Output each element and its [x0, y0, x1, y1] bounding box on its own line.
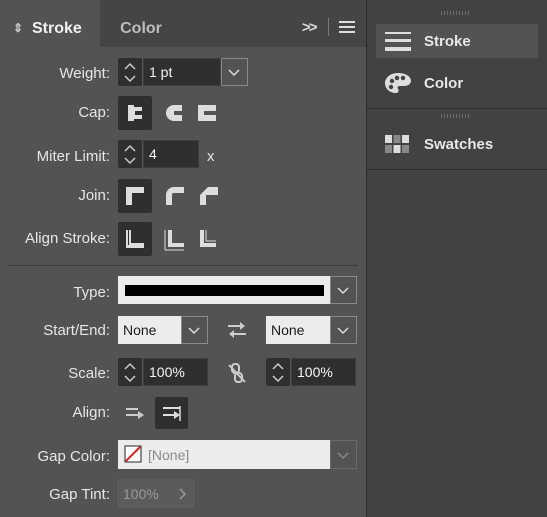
align-inside-path-button[interactable]: [155, 397, 188, 429]
dock-divider: [367, 108, 547, 109]
weight-dropdown-button[interactable]: [221, 58, 248, 86]
gap-color-dropdown-button[interactable]: [330, 440, 357, 469]
swap-arrows-icon[interactable]: [226, 320, 248, 340]
align-outside-button[interactable]: [192, 222, 226, 256]
tab-color[interactable]: Color: [101, 0, 181, 47]
dock-grip-middle[interactable]: [441, 114, 471, 118]
round-join-button[interactable]: [158, 179, 192, 213]
dock-item-stroke[interactable]: Stroke: [376, 24, 538, 58]
start-select[interactable]: None: [118, 316, 181, 344]
butt-cap-icon: [128, 105, 142, 121]
arrow-extend-icon: [126, 408, 144, 419]
end-dropdown-button[interactable]: [330, 316, 357, 344]
miter-unit: x: [207, 148, 215, 165]
projecting-cap-icon: [198, 105, 217, 121]
dock-divider-bottom: [367, 169, 547, 170]
gap-color-value: [None]: [148, 447, 190, 463]
dock-grip-top[interactable]: [441, 11, 471, 15]
collapse-arrows-icon[interactable]: ⇕: [13, 0, 23, 57]
gap-tint-label: Gap Tint:: [49, 486, 110, 503]
scale-start-stepper[interactable]: [118, 358, 142, 386]
round-cap-icon: [166, 105, 183, 121]
start-end-label: Start/End:: [43, 322, 110, 339]
scale-start-field[interactable]: 100%: [143, 358, 208, 386]
align-stroke-label: Align Stroke:: [24, 230, 110, 247]
panel-overflow-icon[interactable]: >>: [302, 19, 317, 36]
end-select[interactable]: None: [266, 316, 330, 344]
palette-icon: [385, 73, 411, 93]
none-swatch-icon: [124, 445, 142, 463]
align-extend-button[interactable]: [118, 397, 152, 429]
stroke-type-dropdown-button[interactable]: [330, 276, 357, 304]
start-dropdown-button[interactable]: [181, 316, 208, 344]
dock-item-swatches-label: Swatches: [424, 136, 494, 153]
stroke-type-select[interactable]: [118, 276, 330, 304]
align-outside-icon: [200, 230, 216, 247]
unlink-chain-icon[interactable]: [227, 362, 247, 384]
butt-cap-button[interactable]: [118, 96, 152, 130]
align-center-button[interactable]: [118, 222, 152, 256]
align-inside-icon: [164, 230, 184, 251]
stroke-lines-icon: [385, 32, 411, 51]
scale-end-field[interactable]: 100%: [291, 358, 356, 386]
scale-label: Scale:: [68, 365, 110, 382]
bevel-join-button[interactable]: [192, 179, 226, 213]
dock-item-swatches[interactable]: Swatches: [376, 127, 538, 161]
miter-join-button[interactable]: [118, 179, 152, 213]
dock-item-stroke-label: Stroke: [424, 33, 471, 50]
round-join-icon: [166, 187, 184, 205]
scale-end-stepper[interactable]: [266, 358, 290, 386]
align-inside-button[interactable]: [158, 222, 192, 256]
gap-color-label: Gap Color:: [37, 448, 110, 465]
solid-line-preview: [125, 285, 324, 296]
dock-item-color[interactable]: Color: [376, 66, 538, 100]
bevel-join-icon: [200, 187, 218, 205]
gap-color-select[interactable]: [None]: [118, 440, 330, 469]
tab-stroke[interactable]: ⇕ Stroke: [0, 0, 100, 47]
projecting-cap-button[interactable]: [192, 96, 226, 130]
align-label: Align:: [72, 404, 110, 421]
gap-tint-field[interactable]: 100%: [117, 479, 195, 508]
cap-label: Cap:: [78, 104, 110, 121]
tab-stroke-label: Stroke: [32, 20, 82, 37]
gap-tint-value: 100%: [123, 486, 159, 502]
miter-stepper[interactable]: [118, 140, 142, 168]
join-label: Join:: [78, 187, 110, 204]
arrow-inside-icon: [163, 406, 181, 421]
miter-limit-label: Miter Limit:: [36, 148, 110, 165]
miter-join-icon: [126, 187, 144, 205]
chevron-right-icon: [179, 488, 187, 500]
dock-item-color-label: Color: [424, 75, 464, 92]
round-cap-button[interactable]: [158, 96, 192, 130]
miter-limit-field[interactable]: 4: [143, 140, 199, 168]
weight-stepper[interactable]: [118, 58, 142, 86]
tabbar-divider: [328, 18, 329, 36]
weight-field[interactable]: 1 pt: [143, 58, 221, 86]
panel-menu-icon[interactable]: [339, 20, 355, 34]
weight-label: Weight:: [59, 65, 110, 82]
type-label: Type:: [73, 284, 110, 301]
swatches-grid-icon: [385, 135, 409, 153]
align-center-icon: [126, 230, 144, 248]
section-divider: [8, 265, 358, 266]
